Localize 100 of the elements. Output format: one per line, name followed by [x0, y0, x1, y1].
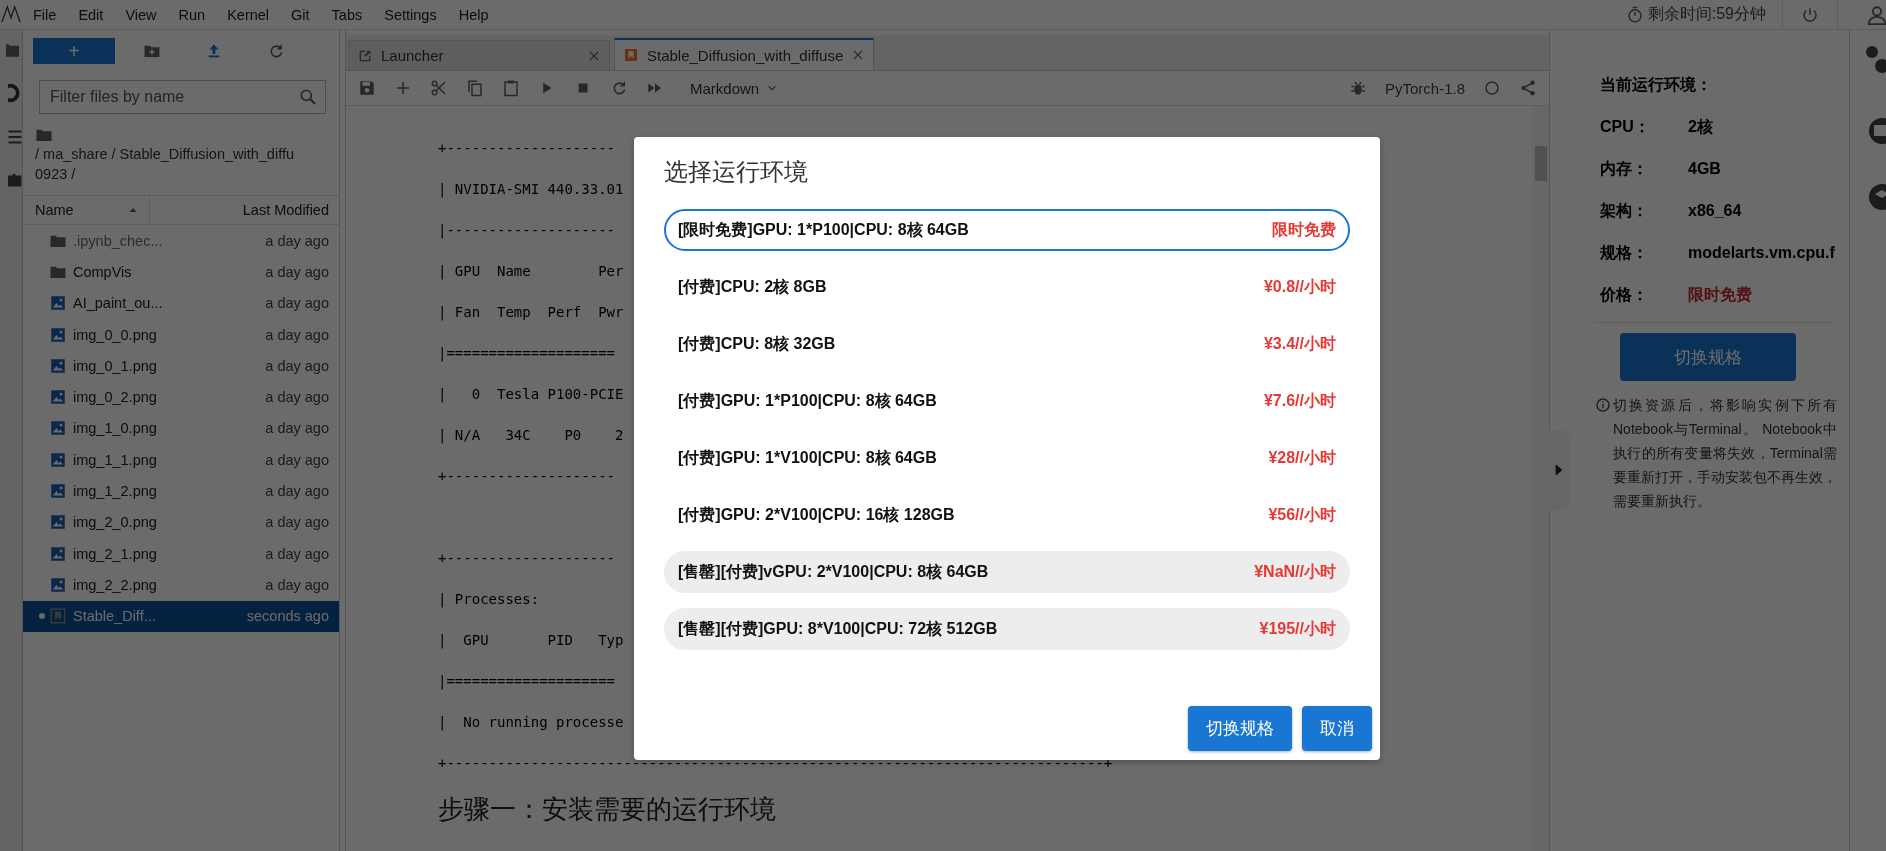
file-row[interactable]: AI_paint_ou... a day ago	[23, 287, 339, 319]
file-row[interactable]: img_0_0.png a day ago	[23, 318, 339, 351]
file-row[interactable]: .ipynb_chec... a day ago	[23, 225, 339, 257]
file-name: img_1_1.png	[72, 451, 158, 468]
column-header[interactable]: Last Modified	[150, 202, 339, 218]
notice-text: 切换资源后，将影响实例下所有Notebook与Terminal。 Notebook中执行的所有变量将失效，Terminal需要重新打开，手动安装包不再生效，需要重新执行。	[1613, 396, 1837, 511]
environment-option[interactable]: [付费]GPU: 1*P100|CPU: 8核 64GB ¥7.6//小时	[664, 380, 1350, 422]
menu-item[interactable]: Kernel	[216, 6, 281, 23]
monitor-icon[interactable]	[1866, 116, 1886, 146]
info-icon	[1595, 397, 1611, 413]
environment-option[interactable]: [限时免费]GPU: 1*P100|CPU: 8核 64GB 限时免费	[664, 209, 1350, 251]
bug-icon[interactable]	[1348, 79, 1367, 97]
new-launcher-button[interactable]: +	[33, 38, 116, 64]
scrollbar[interactable]	[1533, 106, 1549, 851]
modified-time: a day ago	[265, 514, 330, 531]
running-icon[interactable]	[8, 82, 22, 104]
file-row[interactable]: img_0_2.png a day ago	[23, 381, 339, 413]
column-header[interactable]: Name	[35, 202, 74, 218]
menu-item[interactable]: Tabs	[320, 6, 374, 23]
expand-icon	[1554, 463, 1564, 477]
environment-option[interactable]: [付费]GPU: 1*V100|CPU: 8核 64GB ¥28//小时	[664, 437, 1350, 479]
menu-item[interactable]: Run	[167, 6, 217, 23]
spec-value: x86_64	[1688, 202, 1742, 220]
file-row[interactable]: CompVis a day ago	[23, 256, 339, 288]
file-row[interactable]: img_1_0.png a day ago	[23, 412, 339, 445]
file-row[interactable]: img_2_0.png a day ago	[23, 506, 339, 538]
image-file-icon	[49, 325, 67, 344]
modified-time: a day ago	[265, 420, 330, 437]
kernel-name[interactable]: PyTorch-1.8	[1384, 79, 1465, 97]
image-file-icon	[49, 575, 67, 594]
file-name: img_2_2.png	[72, 576, 158, 593]
modified-time: a day ago	[265, 295, 330, 312]
output-line: | 0 Tesla P100-PCIE	[438, 385, 624, 405]
cell-type-dropdown[interactable]: Markdown	[690, 79, 780, 97]
panel-title: 当前运行环境：	[1600, 75, 1713, 95]
modified-time: a day ago	[265, 357, 330, 374]
menu-item[interactable]: File	[22, 6, 68, 23]
collapse-handle[interactable]	[1548, 430, 1570, 510]
file-name: .ipynb_chec...	[72, 232, 164, 249]
file-name: AI_paint_ou...	[72, 295, 164, 312]
tab[interactable]: Launcher	[348, 40, 610, 70]
menu-item[interactable]: Git	[280, 6, 321, 23]
environment-option[interactable]: [付费]CPU: 8核 32GB ¥3.4//小时	[664, 323, 1350, 365]
menu-item[interactable]: Help	[447, 6, 500, 23]
output-line: | Fan Temp Perf Pwr	[438, 303, 624, 323]
spec-label: CPU：	[1600, 116, 1651, 137]
output-line: | No running processe	[438, 713, 624, 733]
cut-icon[interactable]	[430, 79, 448, 97]
power-icon[interactable]	[1801, 5, 1819, 24]
breadcrumb-path[interactable]: / ma_share / Stable_Diffusion_with_diffu	[35, 144, 339, 164]
dialog-title: 选择运行环境	[664, 157, 809, 187]
file-row[interactable]: img_2_1.png a day ago	[23, 537, 339, 570]
output-line: | Processes:	[438, 590, 540, 610]
tab[interactable]: Stable_Diffusion_with_diffuse	[614, 38, 875, 70]
dialog-button[interactable]: 切换规格	[1188, 706, 1292, 751]
search-icon	[298, 87, 318, 107]
logo-icon	[0, 3, 22, 26]
file-row[interactable]: img_0_1.png a day ago	[23, 350, 339, 382]
output-line: +--------------------	[438, 467, 615, 486]
paste-icon[interactable]	[502, 79, 520, 97]
notebook-icon	[49, 607, 67, 626]
output-line: |--------------------	[438, 221, 615, 241]
share-icon[interactable]	[1519, 79, 1537, 97]
spec-label: 规格：	[1600, 242, 1649, 263]
menu-item[interactable]: View	[114, 6, 168, 23]
spec-value: 4GB	[1688, 160, 1721, 178]
dialog-button[interactable]: 取消	[1302, 706, 1372, 751]
price-value: 限时免费	[1688, 284, 1752, 305]
breadcrumb-path[interactable]: 0923 /	[35, 164, 339, 184]
file-row[interactable]: Stable_Diff... seconds ago	[23, 600, 339, 632]
filter-field[interactable]: Filter files by name	[39, 80, 326, 114]
file-name: img_0_2.png	[72, 389, 158, 406]
image-file-icon	[49, 544, 67, 563]
modified-time: a day ago	[265, 545, 330, 562]
section-heading: 步骤一：安装需要的运行环境	[438, 793, 777, 826]
output-line: +--------------------	[438, 139, 615, 158]
spec-label: 内存：	[1600, 158, 1649, 179]
modified-time: a day ago	[265, 451, 330, 468]
environment-option[interactable]: [付费]CPU: 2核 8GB ¥0.8//小时	[664, 266, 1350, 308]
file-row[interactable]: img_2_2.png a day ago	[23, 569, 339, 601]
menu-item[interactable]: Edit	[67, 6, 115, 23]
modified-time: a day ago	[265, 576, 330, 593]
menu-item[interactable]: Settings	[373, 6, 448, 23]
file-name: CompVis	[72, 263, 133, 280]
add-cell-icon[interactable]	[394, 79, 412, 97]
environment-option[interactable]: [付费]GPU: 2*V100|CPU: 16核 128GB ¥56//小时	[664, 494, 1350, 536]
modified-time: a day ago	[265, 232, 330, 249]
switch-spec-button[interactable]: 切换规格	[1620, 333, 1796, 381]
spec-label: 价格：	[1600, 284, 1649, 305]
file-name: Stable_Diff...	[72, 608, 157, 625]
kernel-status-icon	[1483, 79, 1501, 97]
copy-icon[interactable]	[466, 79, 484, 97]
output-line: |====================	[438, 672, 615, 692]
user-icon[interactable]	[1866, 3, 1886, 26]
file-name: img_2_1.png	[72, 545, 158, 562]
output-line: +--------------------	[438, 549, 615, 568]
file-row[interactable]: img_1_1.png a day ago	[23, 444, 339, 476]
file-row[interactable]: img_1_2.png a day ago	[23, 475, 339, 507]
save-icon[interactable]	[358, 79, 376, 97]
notebook-icon	[623, 47, 639, 63]
